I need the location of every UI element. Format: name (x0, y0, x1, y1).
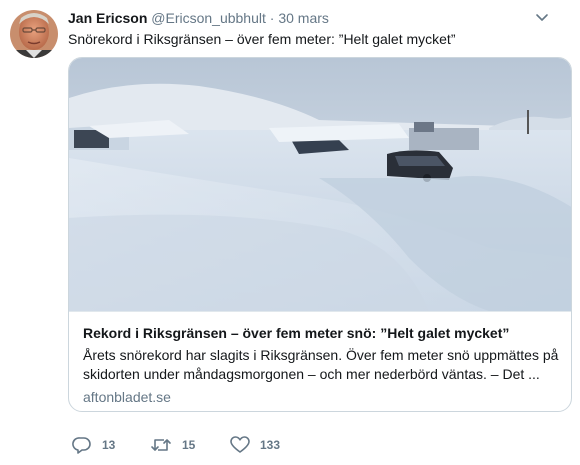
author-handle[interactable]: @Ericson_ubbhult (151, 10, 266, 26)
like-button[interactable]: 133 (230, 434, 280, 456)
card-domain: aftonbladet.se (83, 389, 171, 405)
card-title[interactable]: Rekord i Riksgränsen – över fem meter sn… (83, 324, 509, 342)
chevron-down-icon[interactable] (534, 11, 550, 25)
card-image[interactable] (69, 58, 571, 311)
tweet-text: Snörekord i Riksgränsen – över fem meter… (68, 31, 456, 47)
tweet-timestamp[interactable]: 30 mars (278, 10, 329, 26)
tweet-header: Jan Ericson @Ericson_ubbhult · 30 mars (68, 9, 550, 29)
heart-icon (230, 436, 250, 454)
retweet-icon (150, 436, 172, 454)
link-card[interactable]: Rekord i Riksgränsen – över fem meter sn… (68, 57, 572, 412)
author-name[interactable]: Jan Ericson (68, 10, 147, 26)
tweet[interactable]: Jan Ericson @Ericson_ubbhult · 30 mars S… (0, 0, 580, 465)
retweet-button[interactable]: 15 (150, 434, 195, 456)
like-count: 133 (260, 438, 281, 452)
reply-icon (72, 436, 92, 454)
reply-count: 13 (102, 438, 116, 452)
separator: · (269, 10, 275, 26)
avatar[interactable] (10, 10, 58, 58)
reply-button[interactable]: 13 (72, 434, 115, 456)
card-description: Årets snörekord har slagits i Riksgränse… (83, 347, 559, 382)
tweet-actions: 13 15 133 (68, 434, 468, 456)
retweet-count: 15 (182, 438, 196, 452)
card-body[interactable]: Rekord i Riksgränsen – över fem meter sn… (69, 311, 571, 405)
